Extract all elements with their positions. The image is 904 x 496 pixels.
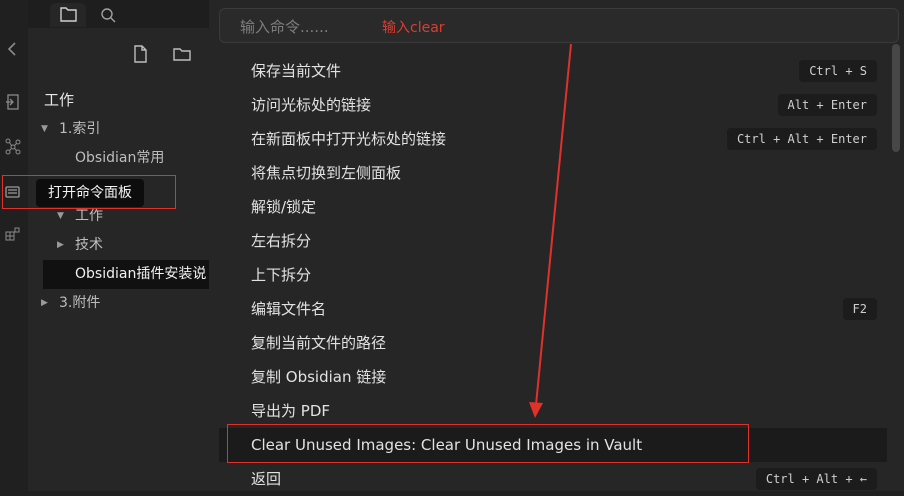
file-label: Obsidian插件安装说 <box>75 266 207 282</box>
command-label: 解锁/锁定 <box>251 198 317 216</box>
vault-name: 工作 <box>44 91 75 109</box>
new-note-icon[interactable] <box>130 44 150 64</box>
command-palette-tooltip: 打开命令面板 <box>36 179 144 207</box>
command-label: 编辑文件名 <box>251 300 327 318</box>
command-label: 在新面板中打开光标处的链接 <box>251 130 447 148</box>
tab-files[interactable] <box>50 3 86 27</box>
command-label: 导出为 PDF <box>251 402 330 420</box>
command-label: 访问光标处的链接 <box>251 96 372 114</box>
command-item[interactable]: 解锁/锁定 <box>219 190 887 224</box>
caret-down-icon: ▼ <box>41 124 48 134</box>
open-another-file-icon[interactable] <box>4 93 22 111</box>
left-ribbon <box>0 0 29 491</box>
collapse-icon[interactable] <box>4 40 22 58</box>
command-item[interactable]: 将焦点切换到左侧面板 <box>219 156 887 190</box>
command-item[interactable]: 访问光标处的链接 Alt + Enter <box>219 88 887 122</box>
command-label: 复制当前文件的路径 <box>251 334 387 352</box>
hotkey: F2 <box>842 298 877 320</box>
command-palette: 输入命令...... 输入clear 保存当前文件 Ctrl + S 访问光标处的… <box>209 0 904 491</box>
command-label: 将焦点切换到左侧面板 <box>251 164 402 182</box>
search-placeholder: 输入命令...... <box>240 18 329 36</box>
command-item[interactable]: 上下拆分 <box>219 258 887 292</box>
command-item[interactable]: 导出为 PDF <box>219 394 887 428</box>
command-label: Clear Unused Images: Clear Unused Images… <box>251 436 643 454</box>
folder-label: 1.索引 <box>59 121 101 137</box>
command-item[interactable]: 左右拆分 <box>219 224 887 258</box>
new-folder-icon[interactable] <box>172 44 192 64</box>
hotkey: Ctrl + S <box>799 60 877 82</box>
scrollbar-thumb[interactable] <box>892 44 900 152</box>
command-label: 上下拆分 <box>251 266 312 284</box>
command-item[interactable]: 复制当前文件的路径 <box>219 326 887 360</box>
vault-root[interactable]: 工作 <box>28 86 210 115</box>
canvas-icon[interactable] <box>4 226 22 244</box>
command-item[interactable]: 复制 Obsidian 链接 <box>219 360 887 394</box>
search-icon <box>101 8 116 23</box>
graph-view-icon[interactable] <box>4 137 22 155</box>
command-item[interactable]: 在新面板中打开光标处的链接 Ctrl + Alt + Enter <box>219 122 887 156</box>
sidebar-tab-bar <box>28 0 210 28</box>
command-label: 保存当前文件 <box>251 62 342 80</box>
folder-label: 3.附件 <box>59 295 101 311</box>
caret-right-icon: ▶ <box>57 240 64 250</box>
command-item-clear-unused-images[interactable]: Clear Unused Images: Clear Unused Images… <box>219 428 887 462</box>
folder-tech[interactable]: ▶ 技术 <box>28 231 210 260</box>
file-label: Obsidian常用 <box>75 150 165 166</box>
file-obsidian-common[interactable]: Obsidian常用 <box>28 144 210 173</box>
folder-label: 技术 <box>75 237 103 253</box>
folder-attachments[interactable]: ▶ 3.附件 <box>28 289 210 318</box>
annotation-text: 输入clear <box>382 20 445 36</box>
command-item[interactable]: 保存当前文件 Ctrl + S <box>219 54 887 88</box>
tab-search[interactable] <box>92 3 128 27</box>
command-item[interactable]: 编辑文件名 F2 <box>219 292 887 326</box>
file-actions <box>130 44 192 64</box>
command-list: 保存当前文件 Ctrl + S 访问光标处的链接 Alt + Enter 在新面板中… <box>219 54 887 496</box>
hotkey: Ctrl + Alt + ← <box>755 468 877 490</box>
file-explorer-sidebar: 工作 ▼ 1.索引 Obsidian常用 ▼ 工作 ▶ 技术 Obsidian插… <box>28 0 210 491</box>
command-label: 复制 Obsidian 链接 <box>251 368 387 386</box>
hotkey: Alt + Enter <box>777 94 877 116</box>
files-icon <box>60 7 77 22</box>
hotkey: Ctrl + Alt + Enter <box>726 128 877 150</box>
caret-right-icon: ▶ <box>41 298 48 308</box>
command-search-input[interactable]: 输入命令...... 输入clear <box>219 8 899 43</box>
file-plugin-install[interactable]: Obsidian插件安装说 <box>43 260 210 289</box>
command-label: 左右拆分 <box>251 232 312 250</box>
command-palette-icon[interactable] <box>4 183 22 201</box>
folder-index[interactable]: ▼ 1.索引 <box>28 115 210 144</box>
